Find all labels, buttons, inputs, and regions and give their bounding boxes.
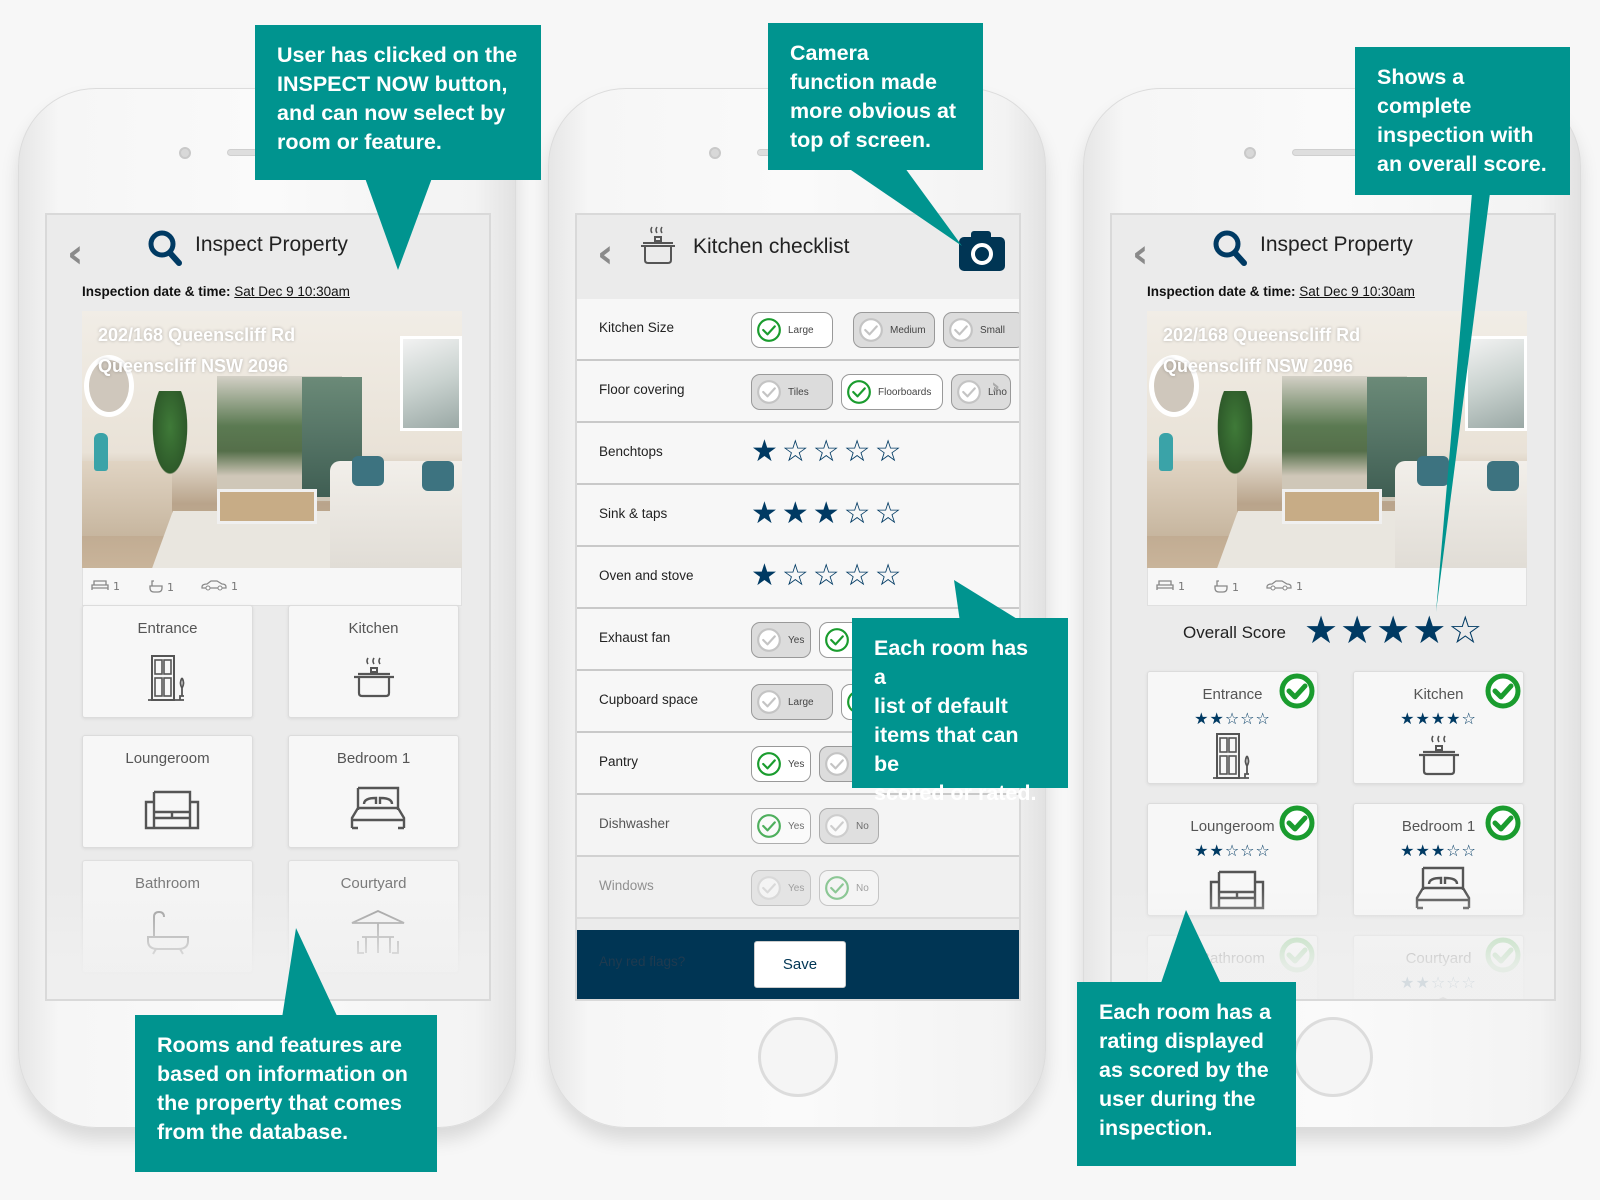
callout-pointer [365, 178, 432, 270]
callout-inspect-now: User has clicked on the INSPECT NOW butt… [255, 25, 541, 180]
callout-pointer [1160, 910, 1222, 986]
callout-pointer [954, 580, 1022, 622]
callout-default-items: Each room has a list of default items th… [852, 618, 1068, 805]
callout-pointer [282, 928, 338, 1018]
callout-overall-score: Shows a complete inspection with an over… [1355, 47, 1570, 195]
callout-rooms-database: Rooms and features are based on informat… [135, 1015, 437, 1172]
callout-camera: Camera function made more obvious at top… [768, 23, 983, 170]
callout-pointer [1436, 193, 1490, 612]
callout-room-rating: Each room has a rating displayed as scor… [1077, 982, 1296, 1166]
callout-pointer [848, 168, 962, 246]
